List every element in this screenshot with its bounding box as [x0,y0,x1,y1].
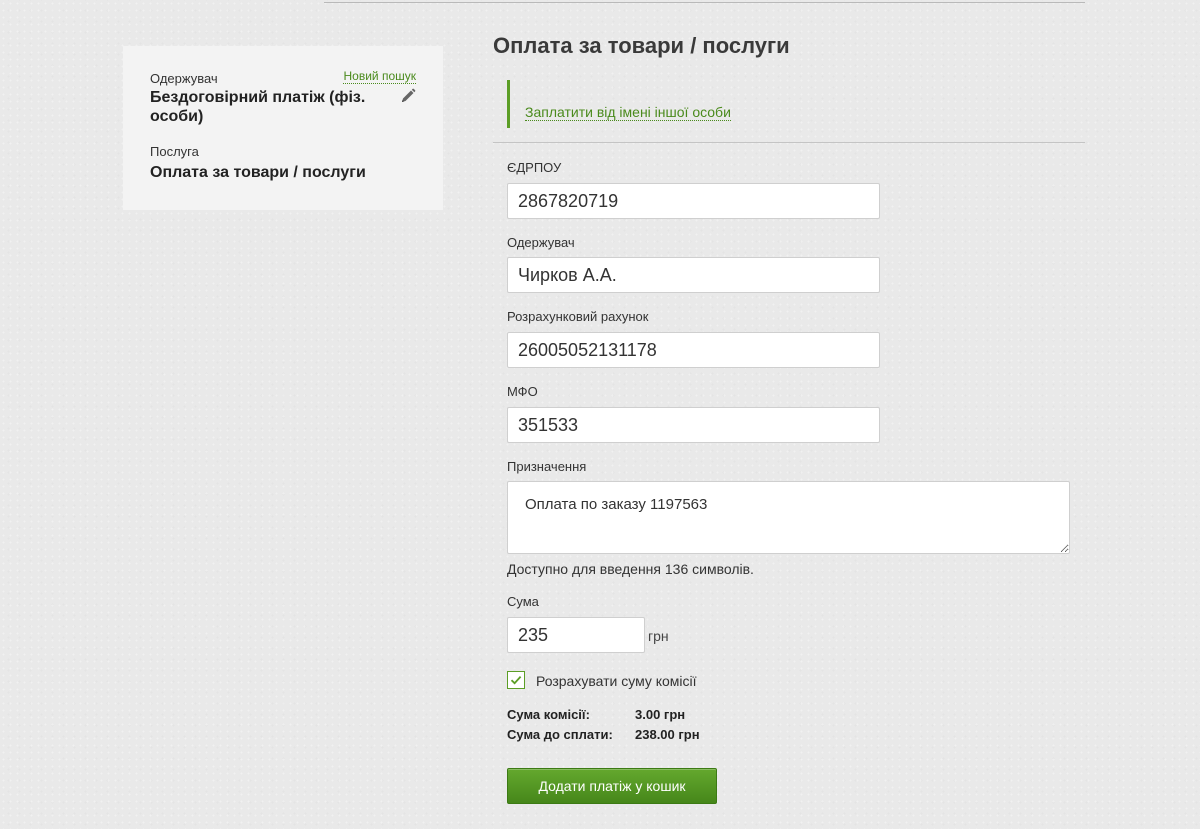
recipient-row: Бездоговірний платіж (фіз. особи) [150,88,416,126]
recipient-field-label: Одержувач [507,235,575,250]
mfo-label: МФО [507,384,538,399]
recipient-input[interactable] [507,257,880,293]
recipient-header-row: Одержувач Новий пошук [150,69,416,88]
edrpou-label: ЄДРПОУ [507,160,562,175]
currency-label: грн [648,628,669,644]
recipient-label: Одержувач [150,71,218,86]
page-title: Оплата за товари / послуги [493,33,790,58]
service-value: Оплата за товари / послуги [150,164,366,181]
new-search-link[interactable]: Новий пошук [343,69,416,84]
payment-summary-card: Одержувач Новий пошук Бездоговірний плат… [123,46,443,210]
calculate-commission-label[interactable]: Розрахувати суму комісії [536,673,697,689]
pay-other-person-box: Заплатити від імені іншої особи [507,80,807,128]
recipient-value: Бездоговірний платіж (фіз. особи) [150,89,366,125]
amount-input[interactable] [507,617,645,653]
commission-value: 3.00 грн [635,707,686,722]
checkmark-icon [510,675,522,685]
pencil-icon[interactable] [400,88,416,104]
service-label: Послуга [150,144,199,159]
total-value: 238.00 грн [635,727,700,742]
commission-label: Сума комісії: [507,707,590,722]
mfo-input[interactable] [507,407,880,443]
amount-label: Сума [507,594,539,609]
pay-for-other-person-link[interactable]: Заплатити від імені іншої особи [525,104,731,121]
chars-left-hint: Доступно для введення 136 символів. [507,561,754,577]
commission-line: Сума комісії: 3.00 грн [507,707,685,723]
calculate-commission-checkbox[interactable] [507,671,525,689]
account-input[interactable] [507,332,880,368]
section-divider [493,142,1085,143]
account-label: Розрахунковий рахунок [507,309,649,324]
edrpou-input[interactable] [507,183,880,219]
total-label: Сума до сплати: [507,727,613,742]
purpose-textarea[interactable]: Оплата по заказу 1197563 [507,481,1070,554]
total-line: Сума до сплати: 238.00 грн [507,727,700,743]
top-divider [324,2,1085,3]
purpose-label: Призначення [507,459,587,474]
add-to-cart-button[interactable]: Додати платіж у кошик [507,768,717,804]
